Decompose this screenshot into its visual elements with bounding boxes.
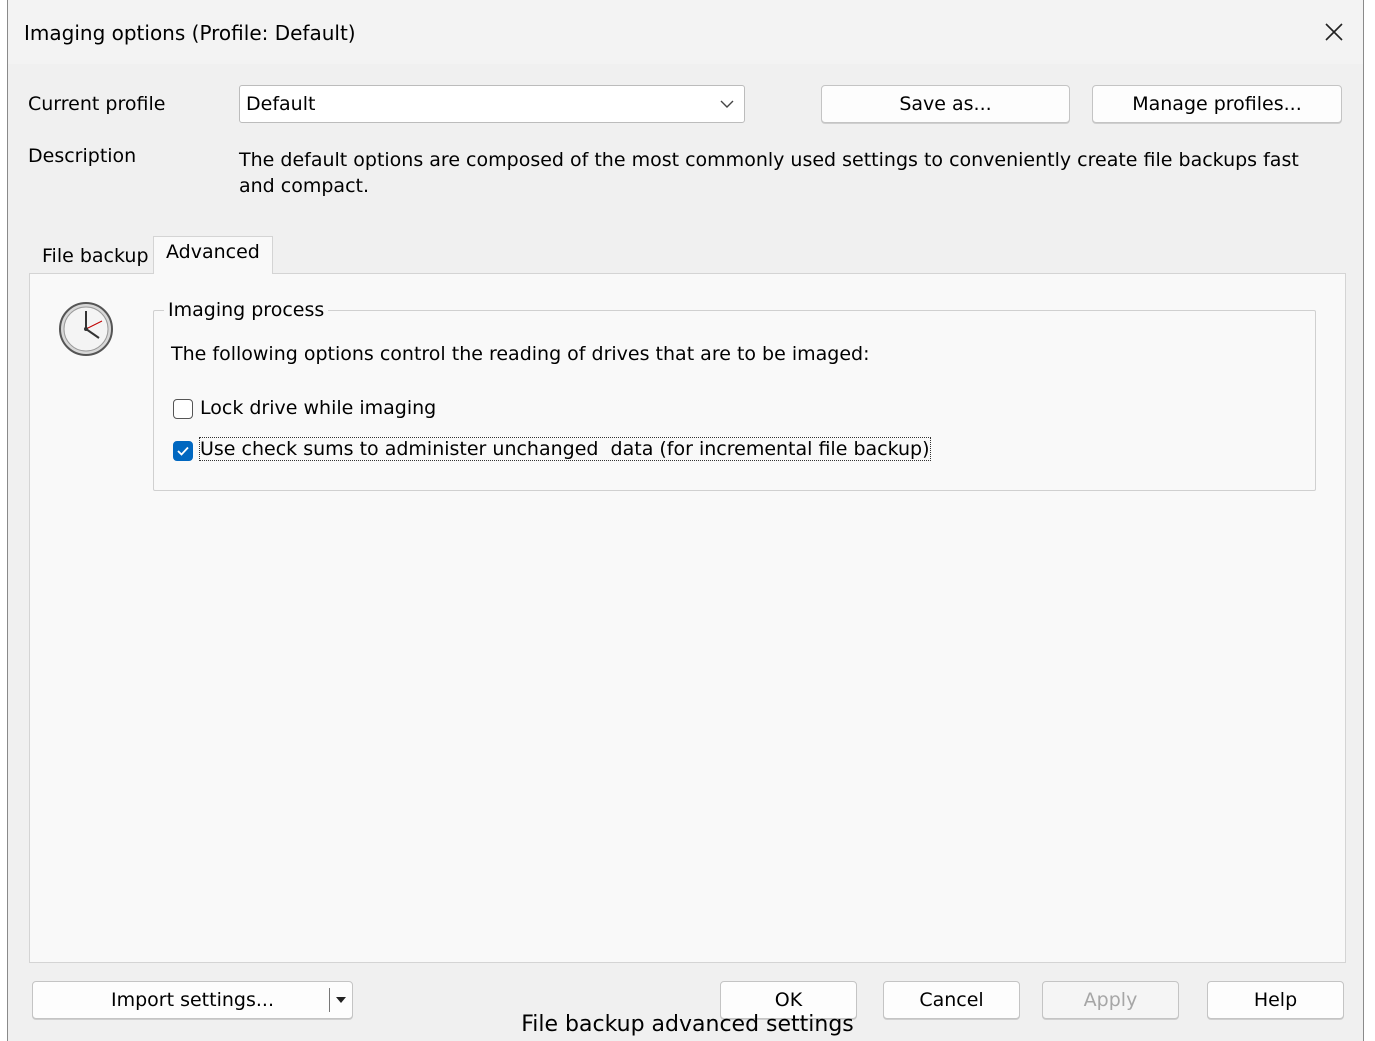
dropdown-arrow-icon[interactable] xyxy=(336,997,346,1003)
description-text: The default options are composed of the … xyxy=(239,149,1299,197)
manage-profiles-label: Manage profiles... xyxy=(1132,93,1302,115)
tab-advanced-label: Advanced xyxy=(166,241,260,263)
lock-drive-checkbox[interactable] xyxy=(173,399,193,419)
tab-file-backup-label: File backup xyxy=(42,245,149,267)
group-intro-text: The following options control the readin… xyxy=(171,343,870,365)
title-bar: Imaging options (Profile: Default) xyxy=(8,0,1363,64)
lock-drive-label: Lock drive while imaging xyxy=(200,397,437,419)
description-label: Description xyxy=(28,145,137,167)
imaging-process-group: Imaging process The following options co… xyxy=(153,299,1316,491)
split-divider xyxy=(329,988,330,1012)
figure-caption: File backup advanced settings xyxy=(521,1012,854,1037)
imaging-options-dialog: Imaging options (Profile: Default) Curre… xyxy=(7,0,1364,1041)
checkmark-icon xyxy=(177,446,189,456)
window-title: Imaging options (Profile: Default) xyxy=(24,21,356,45)
save-as-button[interactable]: Save as... xyxy=(821,85,1070,123)
group-title: Imaging process xyxy=(164,299,329,321)
tab-file-backup[interactable]: File backup xyxy=(31,240,153,274)
clock-icon xyxy=(59,302,113,356)
close-icon xyxy=(1325,23,1343,41)
current-profile-label: Current profile xyxy=(28,93,166,115)
advanced-tab-panel: Imaging process The following options co… xyxy=(29,273,1346,963)
profile-select[interactable]: Default xyxy=(239,85,745,123)
chevron-down-icon xyxy=(720,100,734,108)
manage-profiles-button[interactable]: Manage profiles... xyxy=(1092,85,1342,123)
profile-select-value: Default xyxy=(246,93,316,115)
checksums-label: Use check sums to administer unchanged d… xyxy=(199,437,931,461)
save-as-label: Save as... xyxy=(899,93,992,115)
close-button[interactable] xyxy=(1305,0,1363,64)
tab-advanced[interactable]: Advanced xyxy=(153,236,273,274)
checksums-checkbox[interactable] xyxy=(173,441,193,461)
